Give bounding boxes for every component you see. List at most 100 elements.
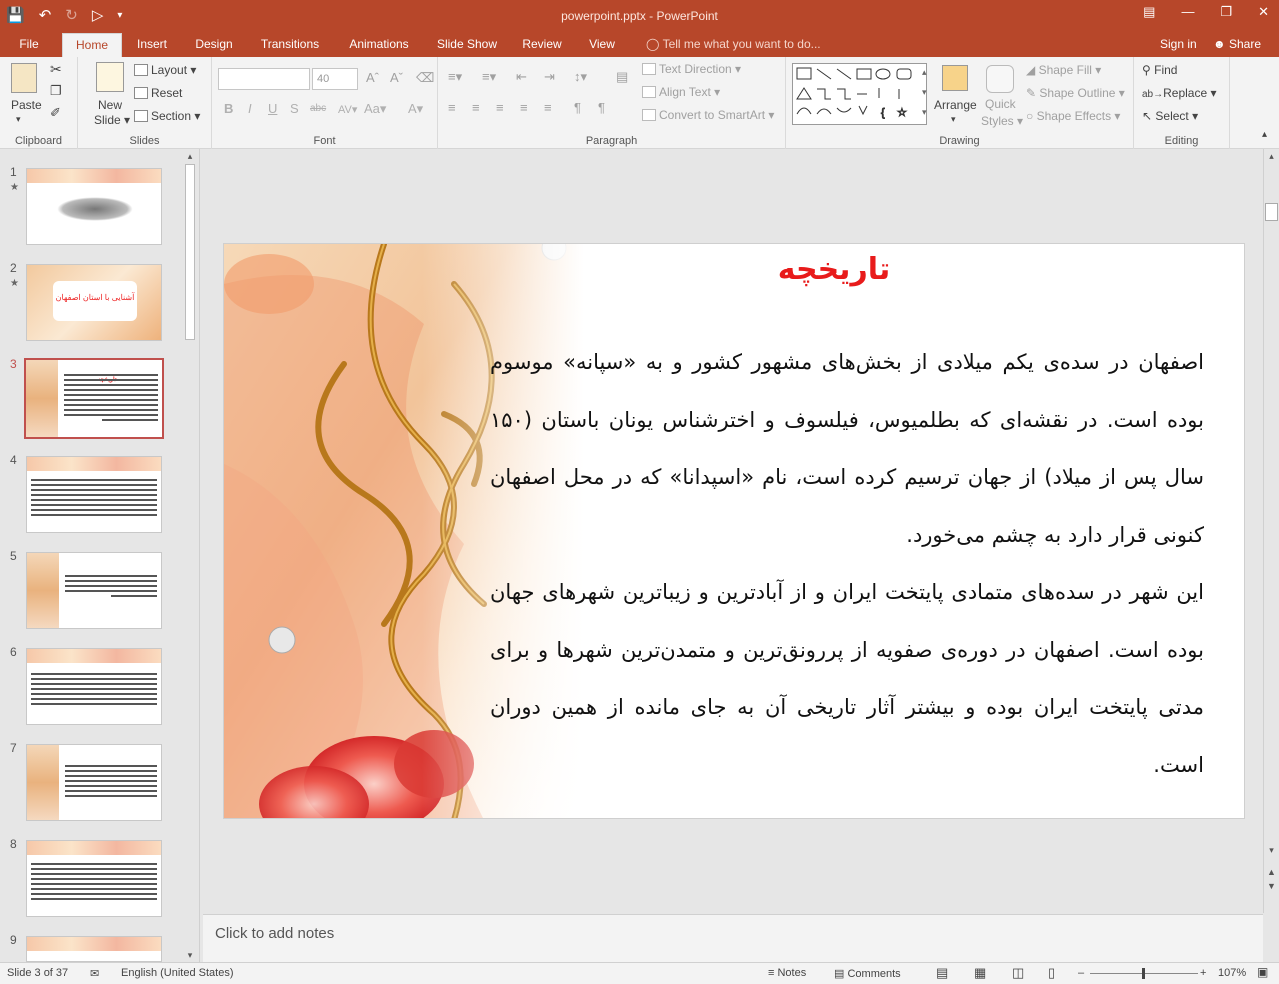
replace-button[interactable]: ab→Replace ▾ [1142,86,1217,100]
normal-view-icon[interactable]: ▤ [936,965,948,981]
zoom-slider-thumb[interactable] [1142,968,1145,979]
thumbnails-scrollbar[interactable]: ▴ ▾ [183,151,197,961]
clear-formatting-icon[interactable]: ⌫ [416,70,434,86]
collapse-ribbon-icon[interactable]: ▴ [1262,129,1267,140]
bullets-icon[interactable]: ≡▾ [448,69,462,85]
bold-icon[interactable]: B [224,101,233,116]
slide-thumbnail-2[interactable]: آشنایی با استان اصفهان [26,264,162,341]
fit-slide-icon[interactable]: ▣ [1257,965,1268,979]
font-size-box[interactable]: 40 [312,68,358,90]
slide-thumbnail-6[interactable] [26,648,162,725]
previous-slide-icon[interactable]: ▲ [1264,867,1279,877]
shadow-icon[interactable]: S [290,101,299,116]
tell-me-search[interactable]: ◯ Tell me what you want to do... [646,33,821,55]
next-slide-icon[interactable]: ▼ [1264,881,1279,891]
sign-in-link[interactable]: Sign in [1160,33,1197,55]
ribbon-display-options-icon[interactable]: ▤ [1143,4,1155,20]
minimize-icon[interactable]: — [1181,4,1194,20]
current-slide[interactable]: تاریخچه اصفهان در سده‌ی یکم میلادی از بخ… [223,243,1245,819]
paste-button[interactable]: Paste [11,98,42,112]
ltr-icon[interactable]: ¶ [598,100,605,115]
close-icon[interactable]: ✕ [1258,4,1269,20]
slide-title[interactable]: تاریخچه [654,252,1014,287]
align-left-icon[interactable]: ≡ [448,100,456,115]
section-button[interactable]: Section ▾ [134,109,200,123]
comments-toggle[interactable]: ▤ Comments [834,967,901,980]
shapes-gallery[interactable]: {☆ [792,63,927,125]
copy-icon[interactable]: ❐ [50,83,62,99]
shape-fill-button[interactable]: ◢ Shape Fill ▾ [1026,63,1101,77]
tab-transitions[interactable]: Transitions [252,33,328,57]
scroll-down-icon[interactable]: ▾ [1264,845,1279,856]
zoom-out-icon[interactable]: – [1078,967,1084,979]
align-right-icon[interactable]: ≡ [496,100,504,115]
notes-placeholder[interactable]: Click to add notes [215,925,334,942]
distributed-icon[interactable]: ≡ [544,100,552,115]
decrease-indent-icon[interactable]: ⇤ [516,69,527,85]
tab-view[interactable]: View [582,33,622,57]
font-color-icon[interactable]: A▾ [408,101,423,117]
reset-button[interactable]: Reset [134,86,182,100]
cut-icon[interactable]: ✂ [50,61,62,78]
slideshow-view-icon[interactable]: ▯ [1048,965,1055,981]
change-case-icon[interactable]: Aa▾ [364,101,386,117]
tab-insert[interactable]: Insert [130,33,174,57]
tab-slide-show[interactable]: Slide Show [430,33,504,57]
shape-outline-button[interactable]: ✎ Shape Outline ▾ [1026,86,1125,100]
align-center-icon[interactable]: ≡ [472,100,480,115]
shapes-scroll-up-icon[interactable]: ▴ [922,67,927,78]
slide-thumbnail-4[interactable] [26,456,162,533]
layout-button[interactable]: Layout ▾ [134,63,196,77]
tab-home[interactable]: Home [62,33,122,57]
text-direction-button[interactable]: Text Direction ▾ [642,62,741,76]
align-text-button[interactable]: Align Text ▾ [642,85,720,99]
slide-thumbnail-5[interactable] [26,552,162,629]
slide-thumbnail-7[interactable] [26,744,162,821]
tab-review[interactable]: Review [516,33,568,57]
rtl-icon[interactable]: ¶ [574,100,581,115]
editor-scrollbar[interactable]: ▴ ▾ ▲ ▼ [1263,149,1279,913]
font-name-box[interactable] [218,68,310,90]
scroll-up-icon[interactable]: ▴ [183,151,197,162]
increase-font-icon[interactable]: Aˆ [366,70,379,85]
slide-thumbnail-8[interactable] [26,840,162,917]
new-slide-button-line2[interactable]: Slide ▾ [94,113,130,127]
language-indicator[interactable]: English (United States) [121,967,234,979]
notes-toggle[interactable]: ≡ Notes [768,967,806,979]
line-spacing-icon[interactable]: ↕▾ [574,69,587,85]
convert-smartart-button[interactable]: Convert to SmartArt ▾ [642,108,774,122]
quick-styles-button-line2[interactable]: Styles ▾ [981,114,1023,128]
italic-icon[interactable]: I [248,101,252,116]
decrease-font-icon[interactable]: Aˇ [390,70,403,85]
scroll-thumb[interactable] [185,164,195,340]
numbering-icon[interactable]: ≡▾ [482,69,496,85]
restore-icon[interactable]: ❐ [1220,4,1232,20]
shape-effects-button[interactable]: ○ Shape Effects ▾ [1026,109,1120,123]
slide-thumbnail-3[interactable]: تاریخچه [24,358,164,439]
slide-thumbnail-1[interactable] [26,168,162,245]
shapes-more-icon[interactable]: ▾ [922,107,927,118]
format-painter-icon[interactable]: ✐ [50,105,61,121]
scroll-down-icon[interactable]: ▾ [183,950,197,961]
tab-animations[interactable]: Animations [340,33,418,57]
share-button[interactable]: ☻ Share [1213,33,1261,55]
tab-file[interactable]: File [8,33,50,57]
slide-sorter-icon[interactable]: ▦ [974,965,986,981]
scroll-up-icon[interactable]: ▴ [1264,151,1279,162]
spelling-check-icon[interactable]: ✉ [90,967,99,980]
columns-icon[interactable]: ▤ [616,69,628,85]
shapes-scroll-down-icon[interactable]: ▾ [922,87,927,98]
zoom-level[interactable]: 107% [1218,967,1246,979]
find-button[interactable]: ⚲ Find [1142,63,1177,77]
arrange-button[interactable]: Arrange [934,98,977,112]
reading-view-icon[interactable]: ◫ [1012,965,1024,981]
new-slide-button[interactable]: New [98,98,122,112]
zoom-in-icon[interactable]: + [1200,967,1206,979]
notes-pane[interactable]: Click to add notes [203,914,1263,962]
tab-design[interactable]: Design [188,33,240,57]
increase-indent-icon[interactable]: ⇥ [544,69,555,85]
paste-dropdown-icon[interactable]: ▾ [16,114,21,125]
underline-icon[interactable]: U [268,101,277,116]
slide-body-text[interactable]: اصفهان در سده‌ی یکم میلادی از بخش‌های مش… [490,334,1204,794]
scroll-thumb[interactable] [1265,203,1278,221]
